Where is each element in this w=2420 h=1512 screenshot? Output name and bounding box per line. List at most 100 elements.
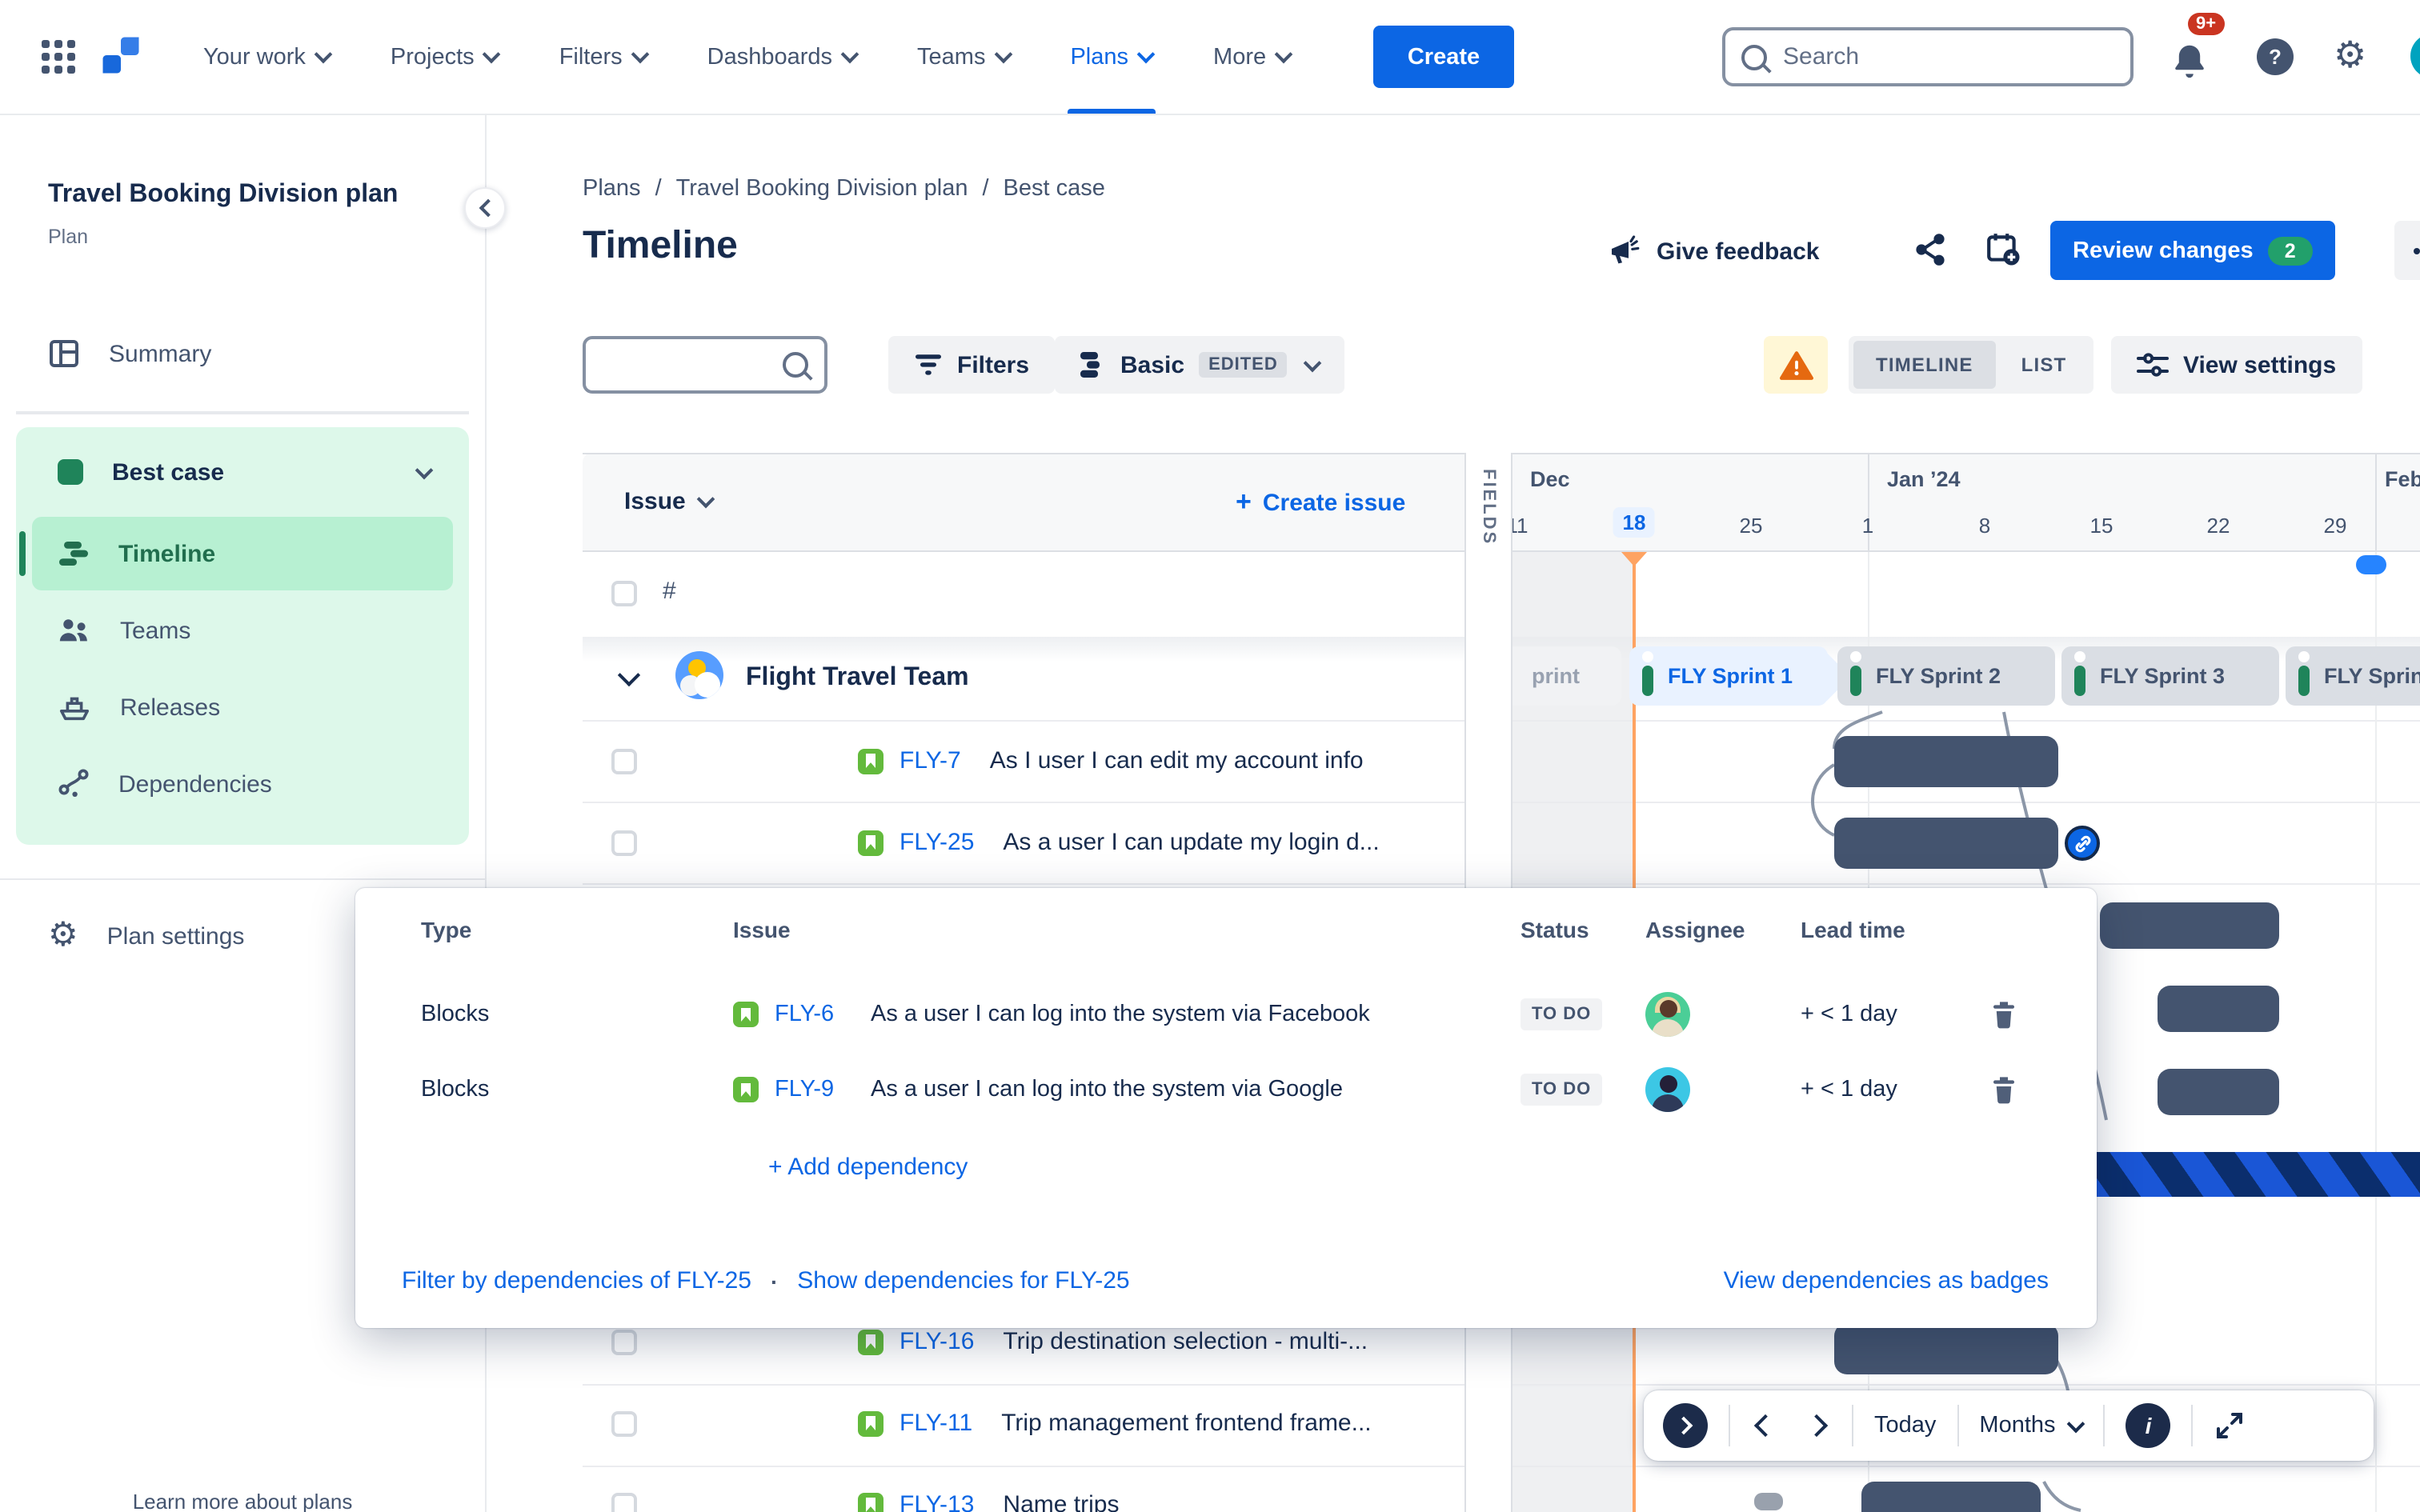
issue-key[interactable]: FLY-25 <box>899 829 974 856</box>
create-issue-label: Create issue <box>1262 489 1406 516</box>
delete-dependency-trash-icon[interactable] <box>1991 1075 2017 1104</box>
jira-logo-icon[interactable] <box>99 34 142 77</box>
sprint-bar-fly-sprint-4[interactable]: FLY Sprint 4 <box>2286 646 2420 706</box>
info-button[interactable]: i <box>2126 1403 2171 1448</box>
today-button[interactable]: Today <box>1874 1413 1936 1438</box>
horizontal-scrollbar-thumb[interactable] <box>1754 1493 1783 1510</box>
sidebar-item-plan-settings[interactable]: ⚙ Plan settings <box>48 906 244 966</box>
issue-summary: Name trips <box>1003 1491 1120 1512</box>
sprint-bar-fly-sprint-2[interactable]: FLY Sprint 2 <box>1837 646 2055 706</box>
issue-row-fly-25[interactable]: FLY-25 As a user I can update my login d… <box>858 829 1380 856</box>
story-icon <box>733 1002 759 1027</box>
review-changes-button[interactable]: Review changes 2 <box>2050 221 2335 280</box>
settings-gear-icon[interactable]: ⚙ <box>2334 34 2366 77</box>
search-input[interactable] <box>1780 42 2114 72</box>
sidebar-item-dependencies[interactable]: Dependencies <box>32 747 453 821</box>
notifications-bell-icon[interactable] <box>2170 42 2209 80</box>
gantt-bar-fly-25[interactable] <box>1834 818 2058 869</box>
issue-row-fly-11[interactable]: FLY-11 Trip management frontend frame... <box>858 1410 1372 1437</box>
gantt-bar-hidden-2[interactable] <box>2158 986 2279 1032</box>
sprint-bar-fly-sprint-3[interactable]: FLY Sprint 3 <box>2061 646 2279 706</box>
row-checkbox[interactable] <box>611 749 637 774</box>
view-selector-button[interactable]: Basic EDITED <box>1055 336 1345 394</box>
show-dependencies-link[interactable]: Show dependencies for FLY-25 <box>797 1267 1129 1294</box>
learn-more-link[interactable]: Learn more about plans <box>0 1490 485 1512</box>
team-name[interactable]: Flight Travel Team <box>746 664 969 693</box>
menu-dashboards[interactable]: Dashboards <box>707 0 859 114</box>
story-icon <box>858 1410 883 1436</box>
more-actions-button[interactable] <box>2394 221 2420 280</box>
scenario-header[interactable]: Best case <box>58 443 453 501</box>
menu-plans-active[interactable]: Plans <box>1067 0 1156 114</box>
dep-issue-key[interactable]: FLY-9 <box>775 1077 834 1102</box>
menu-your-work[interactable]: Your work <box>203 0 333 114</box>
dependency-link-icon[interactable] <box>2065 826 2100 861</box>
row-checkbox[interactable] <box>611 1330 637 1355</box>
select-all-checkbox[interactable] <box>611 581 637 606</box>
view-dependencies-as-badges-link[interactable]: View dependencies as badges <box>1724 1267 2049 1294</box>
sidebar-item-summary[interactable]: Summary <box>48 323 211 384</box>
issue-key[interactable]: FLY-16 <box>899 1328 974 1355</box>
scroll-right-button[interactable] <box>1802 1411 1831 1440</box>
gantt-bar-hidden-1[interactable] <box>2100 902 2279 949</box>
sprint-bar-fly-sprint-1[interactable]: FLY Sprint 1 <box>1629 646 1851 706</box>
sprint-bar-partial[interactable]: print <box>1512 646 1621 706</box>
view-settings-button[interactable]: View settings <box>2111 336 2362 394</box>
give-feedback-button[interactable]: Give feedback <box>1607 234 1819 269</box>
gantt-bar-fly-7[interactable] <box>1834 736 2058 787</box>
issue-key[interactable]: FLY-7 <box>899 747 961 774</box>
timeline-icon <box>59 542 88 566</box>
breadcrumb-plan-name[interactable]: Travel Booking Division plan <box>676 176 968 202</box>
menu-projects[interactable]: Projects <box>391 0 502 114</box>
sidebar-item-timeline[interactable]: Timeline <box>32 517 453 590</box>
share-icon[interactable] <box>1913 232 1948 267</box>
warning-button[interactable] <box>1764 336 1828 394</box>
delete-dependency-trash-icon[interactable] <box>1991 1000 2017 1029</box>
schedule-calendar-icon[interactable] <box>1985 230 2021 267</box>
sidebar-item-teams[interactable]: Teams <box>32 594 453 667</box>
user-avatar[interactable]: CJ <box>2410 34 2420 78</box>
row-checkbox[interactable] <box>611 1411 637 1437</box>
filter-by-dependencies-link[interactable]: Filter by dependencies of FLY-25 <box>402 1267 751 1294</box>
tab-timeline[interactable]: TIMELINE <box>1853 341 1996 389</box>
assignee-avatar[interactable] <box>1645 1067 1690 1112</box>
zoom-level-select[interactable]: Months <box>1979 1413 2085 1438</box>
issue-row-fly-7[interactable]: FLY-7 As I user I can edit my account in… <box>858 747 1364 774</box>
plan-search-input[interactable] <box>602 350 770 380</box>
app-switcher-icon[interactable] <box>42 40 75 74</box>
gantt-bar-fly-13[interactable] <box>1861 1482 2041 1512</box>
gantt-bar-hidden-3[interactable] <box>2158 1069 2279 1115</box>
jump-forward-button[interactable] <box>1663 1403 1708 1448</box>
dep-issue-key[interactable]: FLY-6 <box>775 1002 834 1027</box>
day-tick: 29 <box>2323 514 2347 538</box>
gantt-bar-fly-16[interactable] <box>1834 1323 2058 1374</box>
filters-button[interactable]: Filters <box>888 336 1056 394</box>
issue-key[interactable]: FLY-11 <box>899 1410 972 1437</box>
row-checkbox[interactable] <box>611 830 637 856</box>
issue-key[interactable]: FLY-13 <box>899 1491 974 1512</box>
fullscreen-expand-icon[interactable] <box>2214 1410 2246 1442</box>
breadcrumb-plans[interactable]: Plans <box>583 176 641 202</box>
tab-list[interactable]: LIST <box>1999 341 2089 389</box>
help-icon[interactable]: ? <box>2257 38 2294 75</box>
add-dependency-link[interactable]: + Add dependency <box>768 1154 968 1181</box>
issue-row-fly-16[interactable]: FLY-16 Trip destination selection - mult… <box>858 1328 1368 1355</box>
warning-icon <box>1779 350 1813 379</box>
sidebar-collapse-button[interactable] <box>464 187 506 229</box>
release-marker-dot[interactable] <box>2356 555 2386 574</box>
create-issue-button[interactable]: + Create issue <box>1236 486 1405 518</box>
sidebar-item-releases[interactable]: Releases <box>32 670 453 744</box>
issue-summary: Trip destination selection - multi-... <box>1003 1328 1368 1355</box>
plan-search[interactable] <box>583 336 827 394</box>
menu-more[interactable]: More <box>1213 0 1293 114</box>
create-button[interactable]: Create <box>1373 26 1514 88</box>
menu-filters[interactable]: Filters <box>559 0 649 114</box>
row-checkbox[interactable] <box>611 1493 637 1512</box>
issue-row-fly-13[interactable]: FLY-13 Name trips <box>858 1491 1119 1512</box>
scroll-left-button[interactable] <box>1751 1411 1780 1440</box>
menu-teams[interactable]: Teams <box>917 0 1012 114</box>
global-search[interactable] <box>1722 27 2134 86</box>
breadcrumb-scenario[interactable]: Best case <box>1004 176 1105 202</box>
assignee-avatar[interactable] <box>1645 992 1690 1037</box>
issue-column-header[interactable]: Issue <box>624 488 716 515</box>
